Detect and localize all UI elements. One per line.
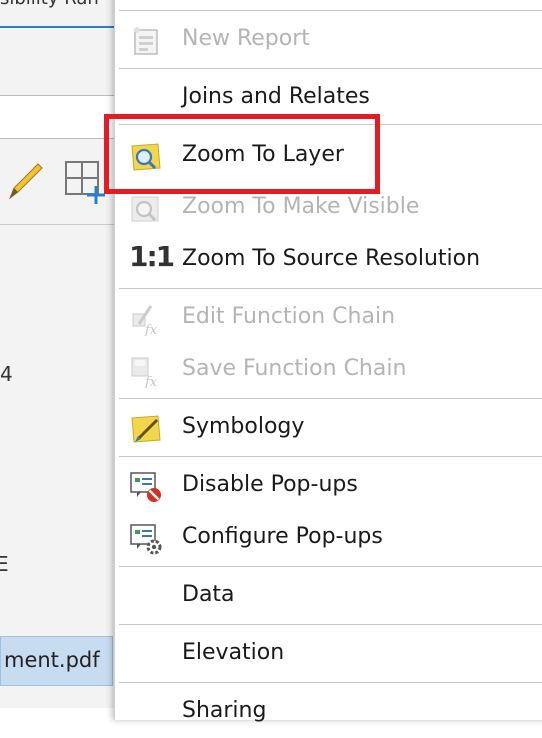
menu-separator [119, 624, 542, 625]
file-name-label: ment.pdf [4, 648, 100, 672]
menu-item-label: Symbology [182, 414, 305, 439]
zoom-visible-icon [131, 196, 159, 222]
menu-item-label: New Report [182, 26, 310, 51]
menu-item-elevation[interactable]: Elevation [115, 628, 542, 680]
menu-item-label: Edit Function Chain [182, 304, 396, 329]
highlight-annotation [104, 114, 380, 194]
menu-item-label: Configure Pop-ups [182, 524, 383, 549]
pencil-icon[interactable] [4, 162, 44, 202]
text-field[interactable] [0, 95, 120, 139]
menu-separator [119, 456, 542, 457]
menu-item-label: Joins and Relates [182, 84, 370, 109]
report-icon [134, 27, 158, 55]
background-panel: sibility Ran 4 E ment.pdf [0, 0, 120, 708]
menu-item-label: Disable Pop-ups [182, 472, 358, 497]
menu-item-sharing[interactable]: Sharing [115, 686, 542, 738]
menu-item-label: Zoom To Make Visible [182, 194, 420, 219]
divider [0, 224, 120, 225]
one-to-one-icon: 1:1 [129, 240, 175, 273]
add-grid-icon[interactable] [64, 160, 108, 204]
menu-separator [119, 10, 542, 11]
menu-item-symbology[interactable]: Symbology [115, 402, 542, 454]
symbology-icon [131, 415, 161, 443]
edit-function-icon: fx [132, 305, 158, 336]
selected-file-item[interactable]: ment.pdf [0, 636, 113, 686]
menu-item-save-function-chain[interactable]: fx Save Function Chain [115, 344, 542, 396]
menu-item-edit-function-chain[interactable]: fx Edit Function Chain [115, 292, 542, 344]
menu-item-configure-pop-ups[interactable]: Configure Pop-ups [115, 512, 542, 564]
context-menu: New Report Joins and Relates Zoom To Lay… [114, 0, 542, 723]
menu-item-label: Save Function Chain [182, 356, 407, 381]
partial-title-text: sibility Ran [0, 0, 99, 9]
menu-item-label: Elevation [182, 640, 285, 665]
menu-item-disable-pop-ups[interactable]: Disable Pop-ups [115, 460, 542, 512]
partial-number-text: 4 [0, 362, 13, 386]
configure-popups-icon [130, 524, 162, 555]
menu-separator [119, 566, 542, 567]
menu-item-label: Zoom To Source Resolution [182, 246, 481, 271]
menu-item-label: Data [182, 582, 235, 607]
menu-separator [119, 682, 542, 683]
menu-separator [119, 288, 542, 289]
svg-text:fx: fx [144, 323, 158, 336]
menu-item-data[interactable]: Data [115, 570, 542, 622]
menu-separator [119, 68, 542, 69]
menu-item-new-report[interactable]: New Report [115, 14, 542, 66]
svg-text:fx: fx [144, 375, 158, 388]
menu-item-label: Sharing [182, 698, 267, 723]
menu-separator [119, 398, 542, 399]
disable-popups-icon [130, 472, 161, 502]
menu-item-zoom-to-source-resolution[interactable]: 1:1 Zoom To Source Resolution [115, 234, 542, 286]
save-function-icon: fx [131, 357, 158, 388]
active-field-underline [0, 26, 120, 28]
partial-letter-text: E [0, 552, 9, 576]
